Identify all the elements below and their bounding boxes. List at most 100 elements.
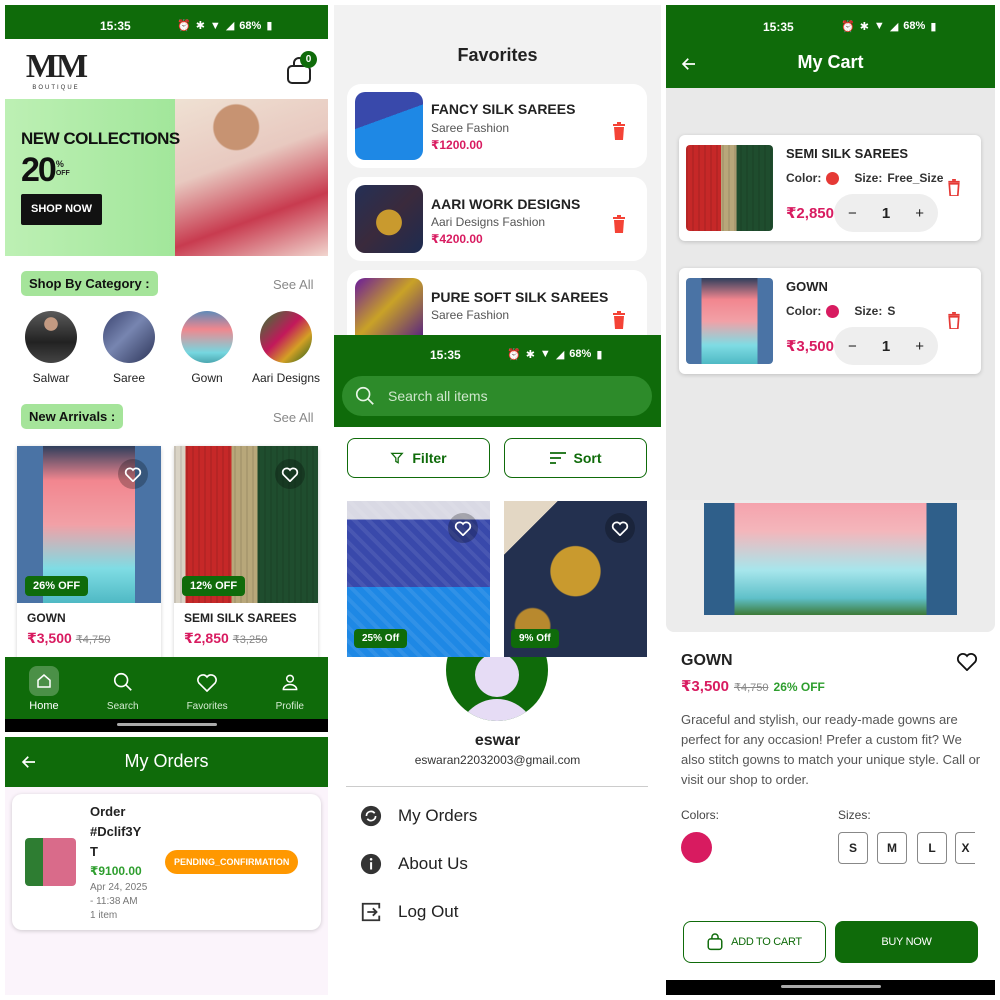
battery-percent: 68%	[239, 19, 262, 32]
filter-button[interactable]: Filter	[347, 438, 490, 478]
cart-item-card[interactable]: GOWN Color: Size: S ₹3,500 − 1 +	[679, 268, 981, 374]
nav-home-tab[interactable]: Home	[28, 666, 59, 712]
favorite-item-card[interactable]: PURE SOFT SILK SAREES Saree Fashion	[347, 270, 647, 335]
search-result-image[interactable]: 9% Off	[504, 501, 647, 657]
category-item[interactable]: Salwar	[21, 311, 81, 385]
nav-favorites-tab[interactable]: Favorites	[187, 667, 228, 712]
status-icons: ⏰ ✱ ▼ ◢ 68% ▮	[841, 20, 936, 33]
delete-icon[interactable]	[947, 312, 961, 329]
increment-button[interactable]: +	[915, 205, 924, 222]
favorite-heart-icon[interactable]	[956, 651, 978, 671]
delete-icon[interactable]	[611, 122, 627, 140]
heart-icon	[281, 467, 299, 482]
nav-label: Search	[106, 700, 139, 712]
delete-icon[interactable]	[947, 179, 961, 196]
order-item-count: 1 item	[90, 910, 118, 921]
delete-icon[interactable]	[611, 311, 627, 329]
product-card[interactable]: 12% OFF SEMI SILK SAREES ₹2,850 ₹3,250	[174, 446, 318, 671]
order-card[interactable]: Order #Dclif3Y T ₹9100.00 Apr 24, 2025 -…	[12, 794, 321, 930]
menu-my-orders[interactable]: My Orders	[360, 805, 477, 827]
product-price-row: ₹3,500 ₹4,750	[27, 630, 110, 647]
size-value: S	[887, 304, 896, 318]
favorite-toggle[interactable]	[118, 459, 148, 489]
favorite-item-category: Saree Fashion	[431, 308, 510, 322]
favorites-title: Favorites	[457, 45, 538, 65]
quantity-stepper[interactable]: − 1 +	[834, 194, 938, 232]
size-value: Free_Size	[887, 171, 944, 185]
favorites-screen: Favorites FANCY SILK SAREES Saree Fashio…	[334, 5, 661, 335]
detail-price-row: ₹3,500 ₹4,750 26% OFF	[681, 677, 825, 695]
banner-discount: 20 % OFF	[21, 151, 70, 190]
order-label: Order	[90, 804, 126, 819]
cart-screen: 15:35 ⏰ ✱ ▼ ◢ 68% ▮ My Cart SEMI SILK SA…	[666, 5, 995, 500]
promo-banner[interactable]: NEW COLLECTIONS 20 % OFF SHOP NOW	[5, 99, 328, 256]
category-see-all-link[interactable]: See All	[273, 277, 313, 292]
person-icon	[282, 674, 298, 690]
detail-description: Graceful and stylish, our ready-made gow…	[681, 712, 981, 787]
favorite-item-card[interactable]: AARI WORK DESIGNS Aari Designs Fashion ₹…	[347, 177, 647, 261]
product-detail-screen: GOWN ₹3,500 ₹4,750 26% OFF Graceful and …	[666, 500, 995, 995]
nav-search-tab[interactable]: Search	[107, 667, 139, 712]
size-option[interactable]: M	[877, 832, 907, 864]
battery-icon: ▮	[266, 20, 273, 32]
sort-label: Sort	[573, 450, 602, 466]
increment-button[interactable]: +	[915, 338, 924, 355]
category-salwar-image	[25, 311, 77, 363]
category-item[interactable]: Gown	[177, 311, 237, 385]
color-swatch	[826, 304, 840, 318]
banner-percent: 20	[21, 151, 57, 189]
shop-now-button[interactable]: SHOP NOW	[21, 194, 102, 225]
favorite-toggle[interactable]	[605, 513, 635, 543]
nav-profile-tab[interactable]: Profile	[276, 667, 304, 712]
size-option[interactable]: X	[955, 832, 975, 864]
gesture-handle	[116, 723, 217, 726]
delete-icon[interactable]	[611, 215, 627, 233]
cart-item-attrs: Color: Size: Free_Size	[786, 171, 943, 185]
size-option[interactable]: S	[838, 832, 868, 864]
favorite-item-image	[355, 92, 423, 160]
banner-percent-off: % OFF	[56, 159, 70, 179]
menu-about-us[interactable]: About Us	[360, 853, 468, 875]
menu-log-out[interactable]: Log Out	[360, 901, 459, 923]
orders-screen: My Orders Order #Dclif3Y T ₹9100.00 Apr …	[5, 737, 328, 995]
favorite-toggle[interactable]	[275, 459, 305, 489]
favorite-toggle[interactable]	[448, 513, 478, 543]
search-input[interactable]: Search all items	[342, 376, 652, 416]
sort-button[interactable]: Sort	[504, 438, 647, 478]
battery-percent: 68%	[569, 348, 592, 360]
color-option[interactable]	[681, 832, 712, 863]
nav-label: Profile	[275, 700, 304, 712]
new-arrivals-see-all-link[interactable]: See All	[273, 410, 313, 425]
logo-subtitle: BOUTIQUE	[32, 85, 80, 91]
search-result-image[interactable]: 25% Off	[347, 501, 490, 657]
search-placeholder: Search all items	[388, 388, 488, 404]
product-card[interactable]: 26% OFF GOWN ₹3,500 ₹4,750	[17, 446, 161, 671]
add-to-cart-label: ADD TO CART	[731, 936, 802, 948]
decrement-button[interactable]: −	[848, 338, 857, 355]
shopping-bag-icon	[707, 933, 723, 951]
battery-icon: ▮	[930, 21, 937, 33]
quantity-stepper[interactable]: − 1 +	[834, 327, 938, 365]
product-price-row: ₹2,850 ₹3,250	[184, 630, 267, 647]
menu-label: About Us	[398, 854, 468, 873]
size-option[interactable]: L	[917, 832, 947, 864]
order-id-block: Order #Dclif3Y T	[90, 802, 141, 862]
profile-screen: eswar eswaran22032003@gmail.com My Order…	[334, 657, 661, 995]
add-to-cart-button[interactable]: ADD TO CART	[683, 921, 826, 963]
cart-item-attrs: Color: Size: S	[786, 304, 895, 318]
favorite-item-price: ₹4200.00	[431, 232, 483, 246]
banner-pct-sign: %	[55, 159, 64, 169]
cart-button[interactable]: 0	[286, 51, 317, 87]
buy-now-button[interactable]: BUY NOW	[835, 921, 978, 963]
favorite-item-image	[355, 185, 423, 253]
favorite-item-price: ₹1200.00	[431, 138, 483, 152]
favorite-item-image	[355, 278, 423, 335]
profile-divider	[346, 786, 648, 787]
cart-item-card[interactable]: SEMI SILK SAREES Color: Size: Free_Size …	[679, 135, 981, 241]
favorite-item-card[interactable]: FANCY SILK SAREES Saree Fashion ₹1200.00	[347, 84, 647, 168]
category-label: Salwar	[32, 371, 70, 385]
category-label: Aari Designs	[251, 371, 321, 385]
category-item[interactable]: Saree	[99, 311, 159, 385]
decrement-button[interactable]: −	[848, 205, 857, 222]
category-item[interactable]: Aari Designs	[249, 311, 323, 385]
